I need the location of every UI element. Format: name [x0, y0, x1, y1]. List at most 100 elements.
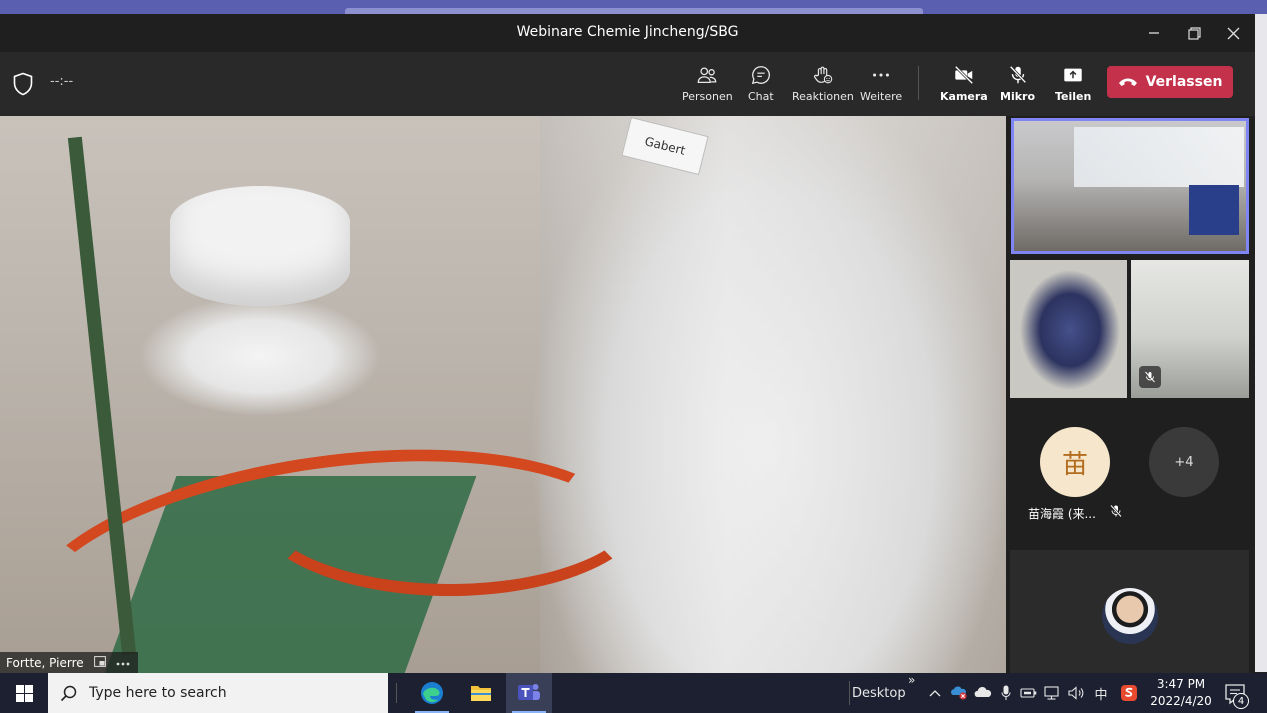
clock-date: 2022/4/20	[1150, 694, 1212, 708]
desktop-right-edge	[1255, 14, 1267, 672]
window-title: Webinare Chemie Jincheng/SBG	[516, 24, 739, 40]
more-options-icon[interactable]	[116, 656, 130, 669]
meeting-timer: --:--	[50, 74, 74, 89]
battery-plug-icon	[1020, 688, 1037, 698]
desktop-toolbar[interactable]: Desktop	[852, 673, 906, 713]
rubber-hose-shape-2	[250, 416, 650, 596]
participant-tile-classroom[interactable]	[1011, 118, 1249, 254]
tray-separator	[849, 681, 850, 705]
restore-button[interactable]	[1181, 20, 1207, 46]
people-icon	[697, 67, 717, 83]
search-input[interactable]	[89, 685, 369, 701]
taskbar-teams-app[interactable]	[506, 673, 552, 713]
mic-off-icon	[1110, 504, 1122, 518]
speaker-icon	[1068, 686, 1084, 700]
taskbar-separator	[396, 683, 397, 703]
reactions-button[interactable]: Reaktionen	[792, 64, 854, 103]
cloud-error-icon	[951, 686, 967, 700]
mic-label: Mikro	[1000, 90, 1036, 103]
more-participants-button[interactable]: +4	[1149, 427, 1219, 497]
share-label: Teilen	[1055, 90, 1092, 103]
restore-icon	[1187, 26, 1201, 40]
lab-bench-shape	[1189, 185, 1239, 235]
more-icon	[873, 73, 890, 77]
folder-icon	[471, 686, 491, 701]
share-button[interactable]: Teilen	[1055, 64, 1091, 103]
main-video-stage[interactable]: Gabert Fortte, Pierre	[0, 116, 1006, 673]
search-icon	[60, 685, 77, 701]
reactions-icon	[813, 66, 833, 84]
mic-off-icon	[1145, 371, 1155, 383]
chat-label: Chat	[748, 90, 774, 103]
participant-tile-closeup[interactable]	[1010, 260, 1127, 398]
onedrive-error-tray[interactable]	[950, 684, 968, 702]
people-label: Personen	[682, 90, 733, 103]
volume-tray[interactable]	[1068, 684, 1086, 702]
avatar-initial: 苗	[1061, 449, 1088, 480]
sogou-ime-tray[interactable]	[1120, 684, 1138, 702]
participant-avatar[interactable]: 苗	[1040, 427, 1110, 497]
mic-toggle[interactable]: Mikro	[1000, 64, 1035, 103]
camera-off-icon	[954, 65, 974, 85]
meeting-toolbar: --:-- Personen Chat Reaktionen Weitere K…	[0, 52, 1255, 116]
self-view-tile[interactable]	[1010, 550, 1249, 673]
camera-toggle[interactable]: Kamera	[940, 64, 988, 103]
more-button[interactable]: Weitere	[860, 64, 902, 103]
toolbar-overflow-chevron[interactable]: »	[908, 673, 915, 687]
start-button[interactable]	[0, 673, 48, 713]
participant-tile-lab[interactable]	[1131, 260, 1249, 398]
taskbar-edge-app[interactable]	[409, 673, 455, 713]
people-button[interactable]: Personen	[682, 64, 733, 103]
minimize-icon	[1149, 32, 1159, 34]
toolbar-divider	[918, 66, 919, 100]
sogou-s-icon	[1121, 685, 1137, 701]
clock-time: 3:47 PM	[1156, 677, 1206, 691]
more-label: Weitere	[860, 90, 903, 103]
taskbar-search[interactable]	[48, 673, 388, 713]
reactions-label: Reaktionen	[792, 90, 854, 103]
network-icon	[1044, 686, 1059, 700]
input-method-tray[interactable]: 中	[1092, 684, 1110, 703]
ime-label: 中	[1094, 687, 1108, 703]
onedrive-tray[interactable]	[974, 684, 992, 702]
muted-badge	[1139, 366, 1161, 388]
taskbar-explorer-app[interactable]	[458, 673, 504, 713]
taskbar-clock[interactable]: 3:47 PM 2022/4/20	[1145, 676, 1217, 710]
notification-count-badge: 4	[1233, 693, 1249, 709]
chat-button[interactable]: Chat	[748, 64, 774, 103]
teams-meeting-window: Webinare Chemie Jincheng/SBG --:-- Perso…	[0, 0, 1267, 713]
title-bar: Webinare Chemie Jincheng/SBG	[0, 14, 1255, 52]
mic-off-icon	[1009, 65, 1026, 84]
windows-logo-icon	[15, 684, 33, 702]
chevron-up-icon	[929, 690, 941, 697]
participant-name: 苗海霞 (来...	[1028, 507, 1096, 521]
participant-gallery: 苗 苗海霞 (来... +4	[1006, 116, 1255, 673]
microphone-icon	[1001, 685, 1011, 700]
edge-icon	[421, 682, 443, 704]
windows-taskbar: Desktop » 中 3:47 PM	[0, 673, 1267, 713]
close-icon	[1227, 27, 1239, 39]
battery-tray[interactable]	[1020, 684, 1038, 702]
shield-icon	[13, 72, 33, 96]
hang-up-icon	[1118, 78, 1137, 86]
leave-label: Verlassen	[1145, 74, 1223, 90]
filter-funnel-shape	[170, 186, 350, 306]
share-icon	[1064, 68, 1082, 82]
teams-icon	[518, 684, 540, 700]
camera-label: Kamera	[940, 90, 988, 103]
leave-button[interactable]: Verlassen	[1107, 66, 1233, 98]
network-tray[interactable]	[1044, 684, 1062, 702]
desktop-background-strip	[0, 0, 1267, 14]
cloud-icon	[974, 686, 992, 697]
minimize-button[interactable]	[1141, 20, 1167, 46]
chat-icon	[751, 66, 770, 85]
close-button[interactable]	[1220, 20, 1246, 46]
pin-icon[interactable]	[93, 655, 106, 670]
desktop-label: Desktop	[852, 685, 906, 701]
speaker-name: Fortte, Pierre	[6, 655, 84, 670]
more-participants-count: +4	[1174, 454, 1194, 470]
microphone-tray[interactable]	[997, 684, 1015, 702]
window-light-shape	[1074, 127, 1244, 187]
speaker-name-tag: Fortte, Pierre	[0, 652, 138, 673]
show-hidden-icons-button[interactable]	[926, 684, 944, 702]
